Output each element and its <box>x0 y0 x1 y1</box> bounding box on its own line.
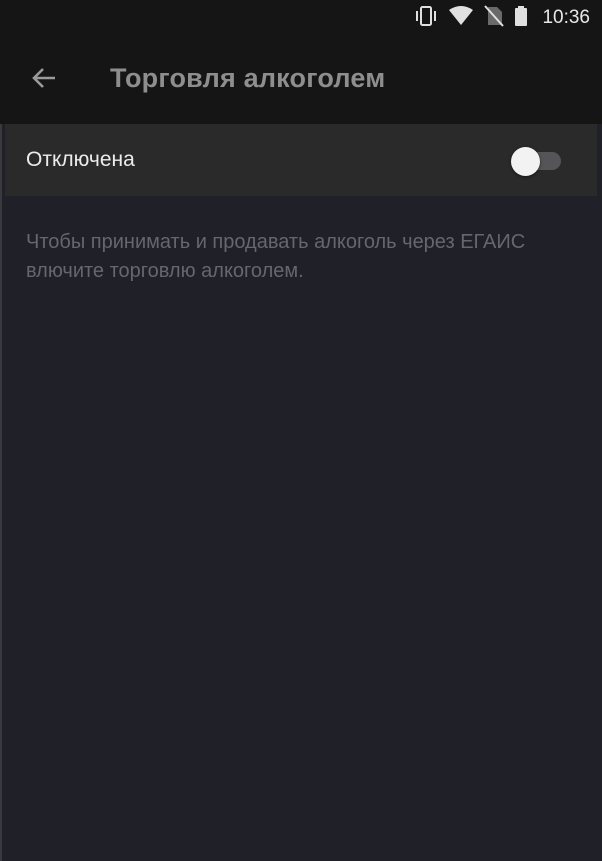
page-title: Торговля алкоголем <box>110 63 386 93</box>
status-icons: 10:36 <box>414 0 590 36</box>
screen: 10:36 Торговля алкоголем Отключена Чтобы… <box>0 0 602 861</box>
wifi-icon <box>448 5 474 32</box>
status-bar: 10:36 <box>0 0 602 36</box>
app-bar: Торговля алкоголем <box>0 36 602 124</box>
screen-edge <box>0 0 2 861</box>
no-sim-icon <box>484 4 505 32</box>
vibrate-icon <box>414 5 438 32</box>
setting-description: Чтобы принимать и продавать алкоголь чер… <box>26 231 526 282</box>
setting-status-label: Отключена <box>26 148 135 171</box>
toggle-thumb <box>511 147 540 176</box>
alcohol-trade-setting-row[interactable]: Отключена <box>5 124 597 196</box>
back-button[interactable] <box>20 56 68 104</box>
alcohol-trade-toggle[interactable] <box>511 147 563 176</box>
status-time: 10:36 <box>542 7 590 28</box>
arrow-back-icon <box>30 64 58 97</box>
battery-icon <box>514 5 528 32</box>
